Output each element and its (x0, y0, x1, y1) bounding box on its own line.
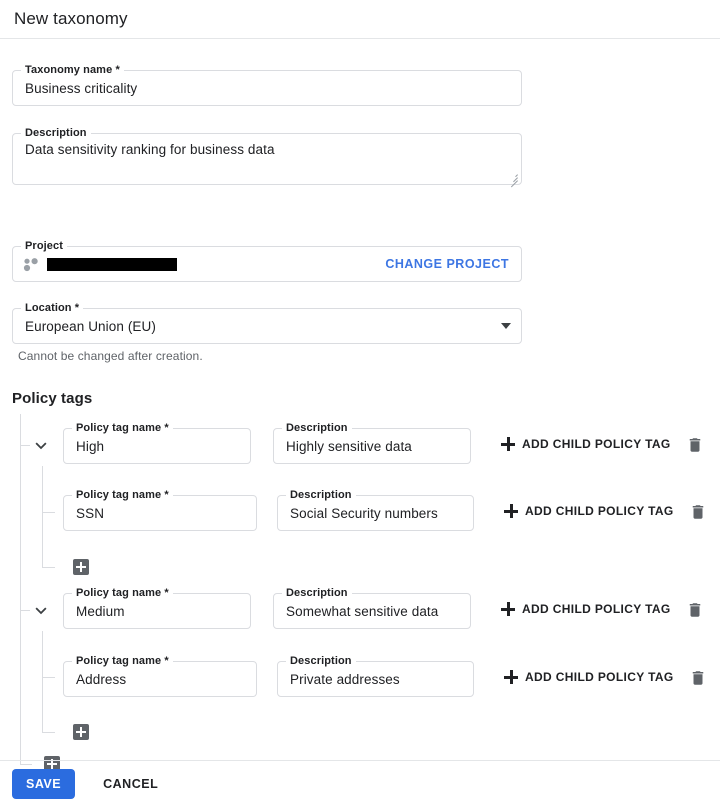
expand-collapse-high[interactable] (30, 434, 52, 456)
tree-connector (42, 512, 55, 513)
policy-tag-name-label: Policy tag name * (72, 587, 173, 599)
add-child-policy-tag-button-medium[interactable]: ADD CHILD POLICY TAG (501, 602, 671, 616)
tree-connector (42, 567, 55, 568)
policy-tag-name-label: Policy tag name * (72, 422, 173, 434)
delete-policy-tag-button-address[interactable] (689, 668, 709, 690)
plus-icon (501, 437, 515, 451)
add-child-policy-tag-button-ssn[interactable]: ADD CHILD POLICY TAG (504, 504, 674, 518)
policy-tag-name-input-address[interactable] (64, 671, 256, 687)
change-project-button[interactable]: CHANGE PROJECT (385, 257, 509, 271)
project-dots-icon (23, 257, 40, 272)
dialog-header: New taxonomy (0, 0, 720, 38)
project-name-redacted (47, 257, 177, 271)
cancel-button[interactable]: CANCEL (93, 769, 168, 799)
add-child-policy-tag-label: ADD CHILD POLICY TAG (522, 602, 671, 616)
policy-tag-desc-field-ssn[interactable]: Description (277, 489, 474, 531)
policy-tag-name-label: Policy tag name * (72, 489, 173, 501)
location-select-value[interactable] (13, 318, 495, 334)
policy-tag-desc-field-medium[interactable]: Description (273, 587, 471, 629)
expand-collapse-medium[interactable] (30, 599, 52, 621)
location-field[interactable]: Location * (12, 302, 522, 344)
delete-policy-tag-button-medium[interactable] (686, 600, 706, 622)
plus-icon (504, 504, 518, 518)
policy-tag-desc-label: Description (286, 655, 356, 667)
policy-tag-name-field-address[interactable]: Policy tag name * (63, 655, 257, 697)
add-policy-tag-button-under-medium[interactable] (73, 724, 89, 740)
policy-tag-name-input-high[interactable] (64, 438, 250, 454)
policy-tag-desc-field-address[interactable]: Description (277, 655, 474, 697)
tree-child-spine (42, 466, 43, 567)
save-button[interactable]: SAVE (12, 768, 76, 799)
add-policy-tag-button-under-high[interactable] (73, 559, 89, 575)
policy-tag-name-label: Policy tag name * (72, 655, 173, 667)
tree-connector (42, 732, 55, 733)
add-child-policy-tag-label: ADD CHILD POLICY TAG (522, 437, 671, 451)
dialog-body: Taxonomy name * Description Project (0, 39, 720, 772)
policy-tag-name-input-ssn[interactable] (64, 505, 256, 521)
dialog-footer: SAVE CANCEL (0, 761, 720, 806)
policy-tag-desc-label: Description (282, 422, 352, 434)
policy-tag-desc-input-medium[interactable] (274, 603, 470, 619)
project-label: Project (21, 240, 67, 252)
policy-tag-name-field-ssn[interactable]: Policy tag name * (63, 489, 257, 531)
taxonomy-description-input[interactable] (13, 142, 521, 157)
add-child-policy-tag-button-high[interactable]: ADD CHILD POLICY TAG (501, 437, 671, 451)
taxonomy-name-label: Taxonomy name * (21, 64, 124, 76)
policy-tag-desc-label: Description (286, 489, 356, 501)
delete-policy-tag-button-high[interactable] (686, 435, 706, 457)
add-child-policy-tag-label: ADD CHILD POLICY TAG (525, 670, 674, 684)
plus-icon (504, 670, 518, 684)
taxonomy-description-label: Description (21, 127, 91, 139)
tree-root-spine (20, 414, 21, 764)
project-field: Project CHANGE PROJECT (12, 240, 522, 282)
policy-tag-desc-input-ssn[interactable] (278, 505, 473, 521)
taxonomy-description-field[interactable]: Description (12, 127, 522, 188)
plus-icon (501, 602, 515, 616)
policy-tags-section-title: Policy tags (12, 390, 93, 407)
policy-tag-desc-label: Description (282, 587, 352, 599)
add-child-policy-tag-button-address[interactable]: ADD CHILD POLICY TAG (504, 670, 674, 684)
textarea-resize-handle[interactable] (508, 172, 518, 188)
tree-connector (20, 445, 30, 446)
taxonomy-name-input[interactable] (13, 80, 521, 96)
taxonomy-name-field[interactable]: Taxonomy name * (12, 64, 522, 106)
tree-child-spine (42, 631, 43, 732)
policy-tags-tree: Policy tag name * Description ADD CHILD … (0, 414, 720, 774)
location-label: Location * (21, 302, 84, 314)
location-hint: Cannot be changed after creation. (18, 349, 203, 363)
delete-policy-tag-button-ssn[interactable] (689, 502, 709, 524)
tree-connector (20, 610, 30, 611)
policy-tag-desc-field-high[interactable]: Description (273, 422, 471, 464)
policy-tag-desc-input-address[interactable] (278, 671, 473, 687)
policy-tag-desc-input-high[interactable] (274, 438, 470, 454)
policy-tag-name-field-medium[interactable]: Policy tag name * (63, 587, 251, 629)
page-title: New taxonomy (14, 9, 128, 28)
policy-tag-name-field-high[interactable]: Policy tag name * (63, 422, 251, 464)
tree-connector (42, 677, 55, 678)
chevron-down-icon[interactable] (501, 323, 511, 329)
add-child-policy-tag-label: ADD CHILD POLICY TAG (525, 504, 674, 518)
policy-tag-name-input-medium[interactable] (64, 603, 250, 619)
